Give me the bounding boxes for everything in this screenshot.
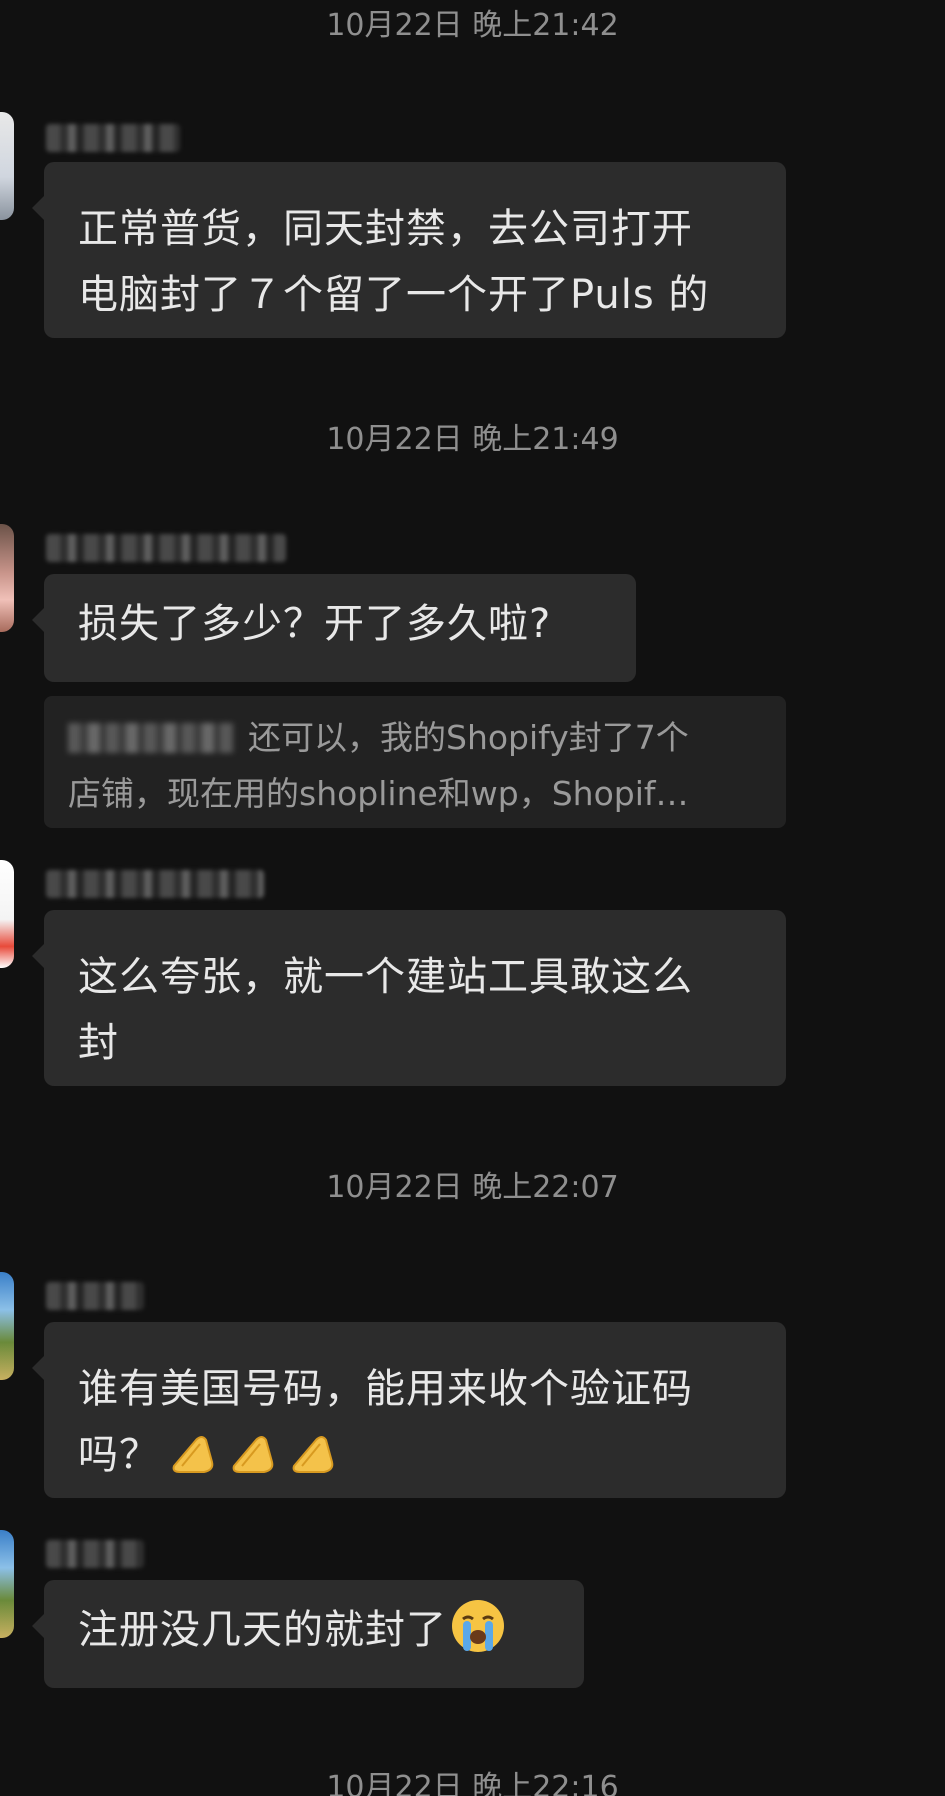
folded-hands-icon xyxy=(232,1436,274,1473)
sender-name-blurred xyxy=(46,1282,144,1310)
message-bubble[interactable]: 这么夸张，就一个建站工具敢这么 封 xyxy=(32,910,786,1086)
timestamp: 10月22日 晚上21:49 xyxy=(326,422,619,457)
message-bubble[interactable]: 正常普货，同天封禁，去公司打开 电脑封了７个留了一个开了Puls 的 xyxy=(32,162,786,338)
sender-name-blurred xyxy=(46,870,264,898)
message-bubble[interactable]: 注册没几天的就封了 xyxy=(32,1580,584,1688)
message-text: 封 xyxy=(78,1020,119,1066)
message-bubble[interactable]: 谁有美国号码，能用来收个验证码 吗？ xyxy=(32,1322,786,1498)
quote-text: 还可以，我的Shopify封了7个 xyxy=(248,718,689,757)
quote-sender-blurred xyxy=(68,723,234,753)
message-text: 损失了多少？开了多久啦? xyxy=(78,601,552,647)
message-line: 注册没几天的就封了 xyxy=(78,1597,550,1663)
timestamp: 10月22日 晚上22:07 xyxy=(326,1170,619,1205)
sender-name-blurred xyxy=(46,124,180,152)
message-text: 这么夸张，就一个建站工具敢这么 xyxy=(78,954,693,1000)
message-bubble[interactable]: 损失了多少？开了多久啦? xyxy=(32,574,636,682)
avatar[interactable] xyxy=(0,524,14,632)
message-text: 谁有美国号码，能用来收个验证码 xyxy=(78,1366,693,1412)
timestamp: 10月22日 晚上22:16 xyxy=(326,1770,619,1796)
loudly-crying-face-icon xyxy=(452,1600,504,1652)
folded-hands-icon xyxy=(292,1436,334,1473)
message-text: 注册没几天的就封了 xyxy=(78,1607,447,1653)
avatar[interactable] xyxy=(0,1272,14,1380)
message-text: 正常普货，同天封禁，去公司打开 xyxy=(78,206,693,252)
avatar[interactable] xyxy=(0,1530,14,1638)
quote-line: 还可以，我的Shopify封了7个 xyxy=(68,710,762,766)
folded-hands-icon xyxy=(172,1436,214,1473)
message-text: 吗？ xyxy=(78,1432,160,1478)
message-text: 电脑封了７个留了一个开了Puls 的 xyxy=(78,272,710,318)
avatar[interactable] xyxy=(0,860,14,968)
timestamp: 10月22日 晚上21:42 xyxy=(326,8,619,43)
chat-history: 10月22日 晚上21:42 正常普货，同天封禁，去公司打开 电脑封了７个留了一… xyxy=(0,0,945,1796)
sender-name-blurred xyxy=(46,534,286,562)
quote-text: 店铺，现在用的shopline和wp，Shopif… xyxy=(68,774,689,813)
avatar[interactable] xyxy=(0,112,14,220)
sender-name-blurred xyxy=(46,1540,144,1568)
quoted-message[interactable]: 还可以，我的Shopify封了7个 店铺，现在用的shopline和wp，Sho… xyxy=(44,696,786,828)
message-line: 吗？ xyxy=(78,1422,752,1488)
